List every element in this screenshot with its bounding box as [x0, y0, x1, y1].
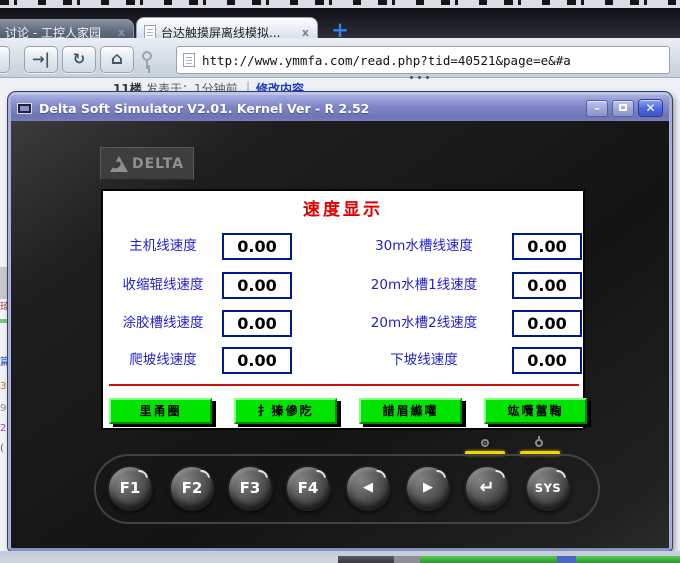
speed-value-box: 0.00 [512, 310, 582, 337]
screen-title: 速度显示 [103, 195, 583, 220]
taskbar-sliver [0, 556, 680, 563]
touch-button-2[interactable]: 扌獉傪阣 [234, 398, 337, 424]
delta-logo: DELTA [100, 147, 194, 180]
close-button[interactable]: ✕ [638, 99, 663, 117]
speed-row: 涂胶槽线速度 0.00 20m水槽2线速度 0.00 [103, 310, 583, 337]
window-title: Delta Soft Simulator V2.01. Kernel Ver -… [39, 101, 582, 116]
key-f2[interactable]: F2 [169, 465, 215, 511]
hmi-device-bezel: DELTA 速度显示 主机线速度 0.00 30m水槽线速度 0.00 收缩辊线… [11, 121, 669, 548]
touch-button-3[interactable]: 諎眉縧嚾 [359, 398, 462, 424]
speed-label: 涂胶槽线速度 [103, 310, 223, 337]
app-icon [17, 103, 32, 114]
page-right-sliver [672, 95, 680, 551]
key-f4[interactable]: F4 [285, 465, 331, 511]
speed-value-box: 0.00 [222, 347, 292, 374]
speed-value-box: 0.00 [222, 272, 292, 299]
text-fragment: 2 [0, 423, 6, 434]
browser-tab-bar: 讨论 - 工控人家园 x 台达触摸屏离线模拟... x + [0, 8, 680, 38]
maximize-button[interactable] [612, 100, 634, 117]
key-icon[interactable] [142, 51, 152, 61]
speed-value-box: 0.00 [512, 347, 582, 374]
speed-label: 爬坡线速度 [103, 347, 223, 374]
divider-line [109, 384, 579, 386]
speed-label: 20m水槽1线速度 [365, 272, 483, 299]
close-icon: ✕ [645, 101, 655, 115]
speed-label: 20m水槽2线速度 [365, 310, 483, 337]
delta-triangle-icon [110, 156, 128, 172]
minimize-icon: – [594, 102, 600, 115]
speed-value-box: 0.00 [222, 233, 292, 260]
text-fragment: 9 [0, 403, 6, 414]
touch-button-4[interactable]: 竑囕葍鞫 [484, 398, 587, 424]
reload-icon: ↻ [73, 50, 86, 68]
key-arrow-left[interactable]: ◀ [345, 465, 391, 511]
power-led-icon [535, 439, 543, 447]
text-fragment: 琦 [0, 298, 8, 313]
cropped-window-above [0, 0, 680, 8]
speed-label: 主机线速度 [103, 233, 223, 260]
touch-button-1[interactable]: 里甬圈 [109, 398, 212, 424]
text-fragment: 3 [0, 381, 6, 392]
home-button[interactable]: ⌂ [100, 46, 134, 73]
key-arrow-right[interactable]: ▶ [405, 465, 451, 511]
key-sys[interactable]: SYS [525, 465, 571, 511]
address-bar[interactable]: http://www.ymmfa.com/read.php?tid=40521&… [176, 46, 670, 74]
forward-end-button[interactable]: →| [24, 46, 58, 73]
key-enter[interactable]: ↵ [464, 465, 510, 511]
page-left-sliver: 琦 篇 3 9 2 ( [0, 95, 8, 551]
text-fragment: 篇 [0, 353, 8, 368]
home-icon: ⌂ [111, 49, 123, 69]
reload-button[interactable]: ↻ [62, 46, 96, 73]
tab-close-icon[interactable]: x [302, 26, 309, 39]
speed-value-box: 0.00 [512, 272, 582, 299]
hmi-screen: 速度显示 主机线速度 0.00 30m水槽线速度 0.00 收缩辊线速度 0.0… [101, 189, 585, 430]
text-fragment: ( [0, 443, 4, 454]
maximize-icon [619, 104, 627, 111]
speed-value-box: 0.00 [512, 233, 582, 260]
speed-row: 收缩辊线速度 0.00 20m水槽1线速度 0.00 [103, 272, 583, 299]
speed-label: 收缩辊线速度 [103, 272, 223, 299]
back-button[interactable]: › [0, 46, 10, 73]
speed-value-box: 0.00 [222, 310, 292, 337]
forward-end-icon: →| [32, 50, 50, 68]
brightness-led-icon [481, 439, 489, 447]
simulator-window: Delta Soft Simulator V2.01. Kernel Ver -… [8, 92, 672, 551]
page-icon [144, 25, 156, 39]
simulator-title-bar[interactable]: Delta Soft Simulator V2.01. Kernel Ver -… [11, 95, 669, 121]
speed-row: 爬坡线速度 0.00 下坡线速度 0.00 [103, 347, 583, 374]
key-f1[interactable]: F1 [107, 465, 153, 511]
brand-text: DELTA [132, 156, 184, 172]
speed-row: 主机线速度 0.00 30m水槽线速度 0.00 [103, 233, 583, 260]
page-icon [183, 53, 195, 67]
speed-label: 30m水槽线速度 [365, 233, 483, 260]
key-f3[interactable]: F3 [227, 465, 273, 511]
speed-label: 下坡线速度 [365, 347, 483, 374]
desktop: 讨论 - 工控人家园 x 台达触摸屏离线模拟... x + › →| ↻ ⌂ h… [0, 0, 680, 563]
minimize-button[interactable]: – [586, 100, 608, 117]
url-text[interactable]: http://www.ymmfa.com/read.php?tid=40521&… [202, 53, 642, 68]
browser-toolbar: › →| ↻ ⌂ http://www.ymmfa.com/read.php?t… [0, 38, 680, 78]
